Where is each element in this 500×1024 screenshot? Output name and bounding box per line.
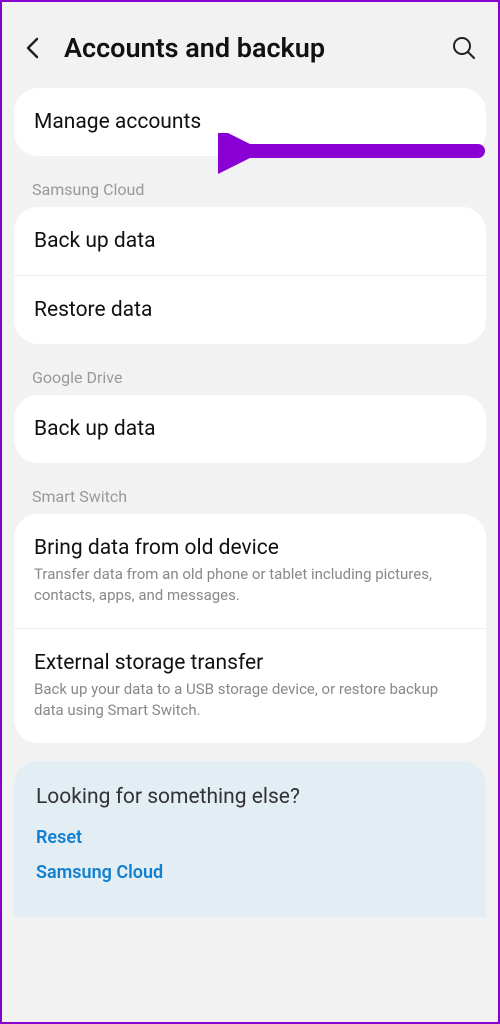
chevron-left-icon: [25, 37, 43, 59]
smart-switch-card: Bring data from old device Transfer data…: [14, 514, 486, 743]
item-subtitle: Transfer data from an old phone or table…: [34, 564, 466, 606]
back-button[interactable]: [22, 36, 46, 60]
section-label-google-drive: Google Drive: [14, 354, 486, 395]
item-label: Manage accounts: [34, 110, 466, 134]
item-label: Bring data from old device: [34, 536, 466, 560]
manage-accounts-card: Manage accounts: [14, 88, 486, 156]
samsung-cloud-link[interactable]: Samsung Cloud: [36, 862, 464, 883]
backup-data-samsung-item[interactable]: Back up data: [14, 207, 486, 276]
search-button[interactable]: [450, 34, 478, 62]
item-label: Back up data: [34, 229, 466, 253]
item-label: External storage transfer: [34, 651, 466, 675]
backup-data-google-item[interactable]: Back up data: [14, 395, 486, 463]
restore-data-item[interactable]: Restore data: [14, 276, 486, 344]
google-drive-card: Back up data: [14, 395, 486, 463]
manage-accounts-item[interactable]: Manage accounts: [14, 88, 486, 156]
samsung-cloud-card: Back up data Restore data: [14, 207, 486, 344]
external-storage-item[interactable]: External storage transfer Back up your d…: [14, 629, 486, 743]
search-icon: [451, 35, 477, 61]
page-header: Accounts and backup: [14, 16, 486, 88]
item-label: Back up data: [34, 417, 466, 441]
footer-card: Looking for something else? Reset Samsun…: [14, 761, 486, 917]
footer-title: Looking for something else?: [36, 785, 464, 809]
bring-data-item[interactable]: Bring data from old device Transfer data…: [14, 514, 486, 629]
reset-link[interactable]: Reset: [36, 827, 464, 848]
item-label: Restore data: [34, 298, 466, 322]
section-label-smart-switch: Smart Switch: [14, 473, 486, 514]
page-title: Accounts and backup: [64, 32, 450, 64]
item-subtitle: Back up your data to a USB storage devic…: [34, 679, 466, 721]
section-label-samsung-cloud: Samsung Cloud: [14, 166, 486, 207]
